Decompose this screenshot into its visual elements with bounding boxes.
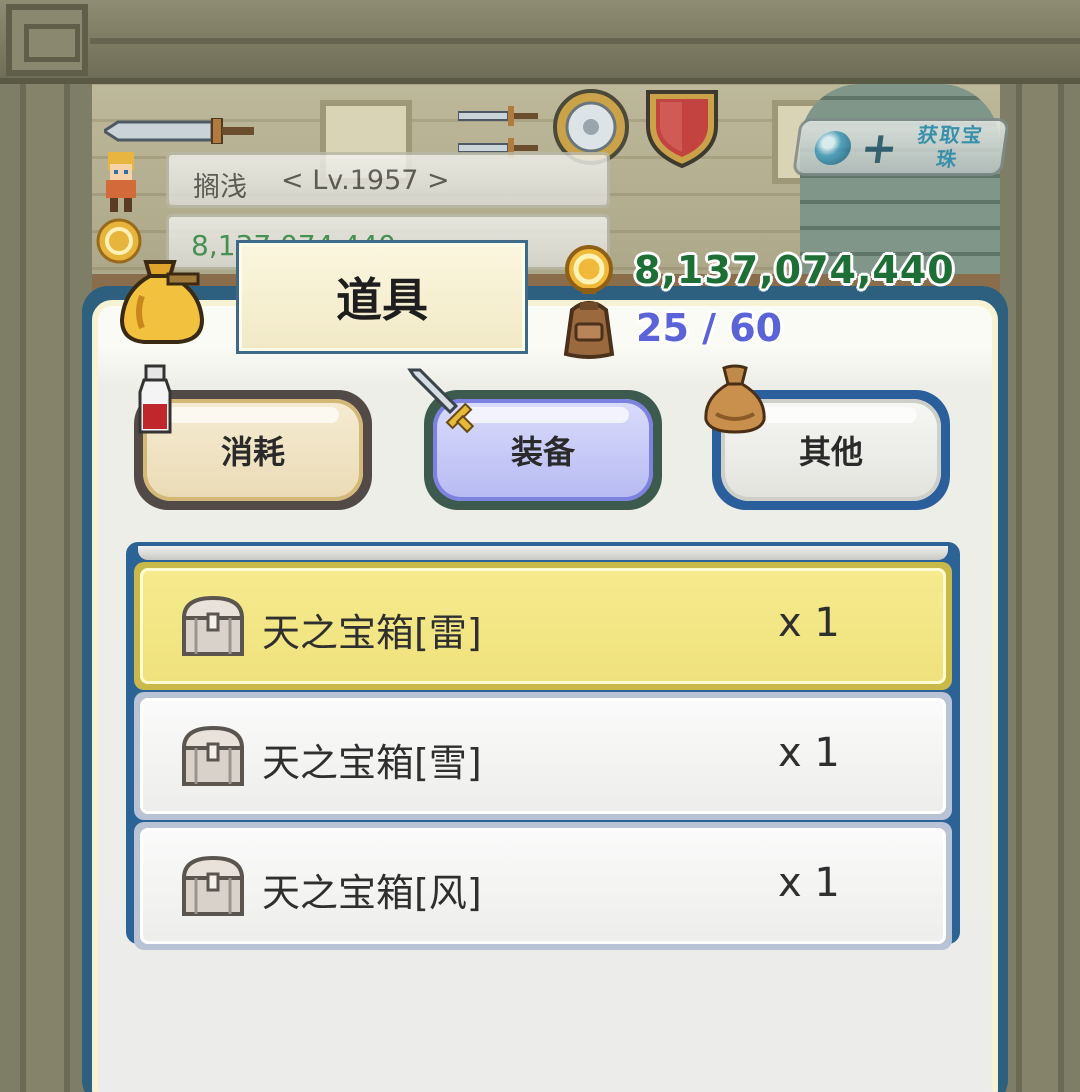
gem-icon [812, 131, 854, 165]
treasure-chest-icon [181, 595, 245, 656]
treasure-chest-icon [181, 855, 245, 916]
item-row[interactable]: 天之宝箱[风] x 1 [134, 822, 952, 950]
item-row[interactable]: 天之宝箱[雪] x 1 [134, 692, 952, 820]
backpack-icon [563, 301, 615, 359]
item-row-face: 天之宝箱[雷] x 1 [140, 568, 946, 684]
right-pillar [1000, 84, 1080, 1092]
red-shield-icon [646, 90, 718, 168]
item-quantity: x 1 [778, 600, 840, 646]
item-row-face: 天之宝箱[风] x 1 [140, 828, 946, 944]
beam-corner [6, 4, 88, 76]
item-quantity: x 1 [778, 730, 840, 776]
player-info-bar: 搁浅 < Lv.1957 > [166, 152, 610, 208]
wall-sword-icon [458, 106, 538, 126]
plus-icon: + [857, 123, 902, 174]
gold-coin-icon [565, 245, 613, 294]
item-name: 天之宝箱[雪] [262, 741, 482, 785]
potion-icon [138, 364, 172, 434]
hero-avatar-icon [106, 152, 136, 212]
get-gems-button[interactable]: + 获取宝珠 [791, 118, 1011, 176]
item-name: 天之宝箱[雷] [262, 611, 482, 655]
inventory-capacity: 25 / 60 [636, 306, 783, 350]
top-wooden-beam [0, 0, 1080, 84]
get-gems-label: 获取宝珠 [916, 123, 986, 171]
item-name: 天之宝箱[风] [262, 871, 482, 915]
player-name: 搁浅 [193, 172, 247, 203]
treasure-chest-icon [181, 725, 245, 786]
item-quantity: x 1 [778, 860, 840, 906]
inventory-title: 道具 [236, 240, 528, 354]
bag-icon [119, 260, 205, 344]
item-row-face: 天之宝箱[雪] x 1 [140, 698, 946, 814]
wall-sword-icon [104, 118, 254, 144]
beam-groove [90, 38, 1080, 44]
tab-consumables-label: 消耗 [143, 399, 363, 501]
sword-icon [407, 368, 475, 434]
player-level: < Lv.1957 > [281, 165, 450, 196]
list-scroll-edge [138, 546, 948, 560]
gold-amount: 8,137,074,440 [634, 248, 955, 292]
item-row[interactable]: 天之宝箱[雷] x 1 [134, 562, 952, 690]
pouch-icon [704, 364, 766, 434]
left-pillar [0, 84, 92, 1092]
